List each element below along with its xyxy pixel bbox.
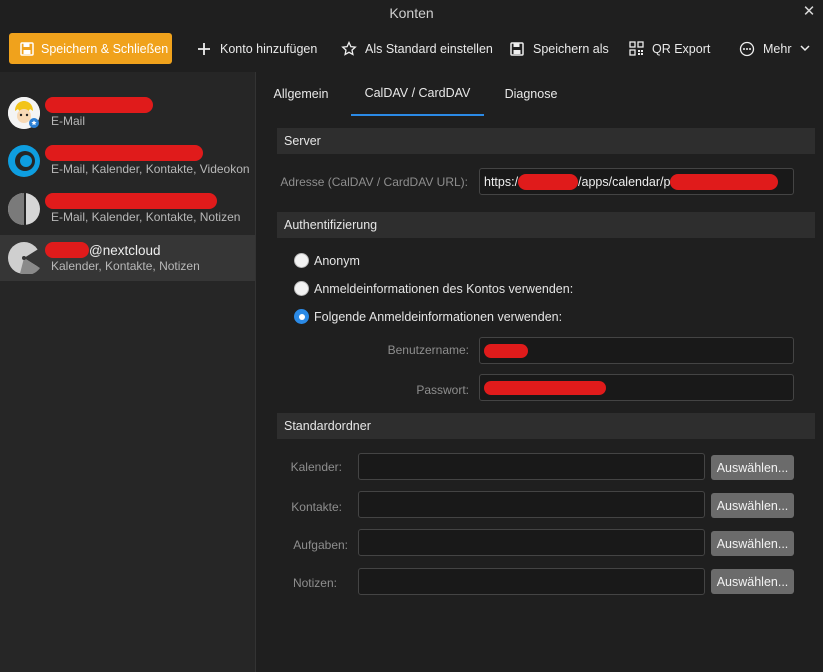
redaction-mark	[45, 97, 153, 113]
save-as-icon	[509, 41, 525, 57]
account-services: Kalender, Kontakte, Notizen	[51, 259, 200, 273]
choose-tasks-button[interactable]: Auswählen...	[711, 531, 794, 556]
section-server-heading: Server	[277, 128, 815, 154]
title-bar: Konten ✕	[0, 0, 823, 26]
avatar	[8, 97, 40, 129]
tab-general[interactable]: Allgemein	[265, 72, 337, 116]
radio-label: Anonym	[314, 253, 360, 268]
section-auth-heading: Authentifizierung	[277, 212, 815, 238]
chevron-down-icon	[800, 45, 811, 52]
redaction-mark	[45, 145, 203, 161]
toolbar: Speichern & Schließen Konto hinzufügen A…	[0, 26, 823, 70]
save-icon	[19, 41, 35, 57]
add-account-button[interactable]: Konto hinzufügen	[196, 33, 317, 64]
tab-bar: Allgemein CalDAV / CardDAV Diagnose	[257, 72, 823, 116]
username-label: Benutzername:	[387, 343, 469, 357]
radio-anonymous[interactable]: Anonym	[294, 253, 360, 268]
save-as-label: Speichern als	[533, 41, 609, 56]
password-field[interactable]	[479, 374, 794, 401]
address-label: Adresse (CalDAV / CardDAV URL):	[280, 175, 468, 189]
save-close-label: Speichern & Schließen	[41, 41, 169, 56]
notes-folder-field[interactable]	[358, 568, 705, 595]
redaction-mark	[670, 173, 779, 190]
account-name: @nextcloud	[45, 241, 161, 259]
choose-calendar-button[interactable]: Auswählen...	[711, 455, 794, 480]
notes-folder-label: Notizen:	[292, 576, 337, 590]
contacts-folder-field[interactable]	[358, 491, 705, 518]
choose-contacts-button[interactable]: Auswählen...	[711, 493, 794, 518]
account-list: E-Mail E-Mail, Kalender, Kontakte, Video…	[0, 72, 256, 672]
account-services: E-Mail	[51, 114, 86, 128]
qr-export-label: QR Export	[652, 41, 711, 56]
section-default-folders-heading: Standardordner	[277, 413, 815, 439]
account-services: E-Mail, Kalender, Kontakte, Videokonfere…	[51, 162, 249, 176]
radio-button[interactable]	[294, 281, 309, 296]
set-default-button[interactable]: Als Standard einstellen	[341, 33, 493, 64]
set-default-label: Als Standard einstellen	[365, 41, 493, 56]
qr-code-icon	[628, 41, 644, 57]
account-item[interactable]: E-Mail	[0, 90, 255, 136]
redaction-mark	[45, 193, 217, 209]
account-item[interactable]: E-Mail, Kalender, Kontakte, Videokonfere…	[0, 138, 255, 184]
window-title: Konten	[389, 5, 434, 21]
account-item[interactable]: E-Mail, Kalender, Kontakte, Notizen	[0, 186, 255, 232]
redaction-mark	[484, 380, 606, 395]
star-icon	[341, 40, 357, 57]
save-close-button[interactable]: Speichern & Schließen	[9, 33, 172, 64]
more-button[interactable]: Mehr	[739, 33, 811, 64]
radio-button[interactable]	[294, 253, 309, 268]
redaction-mark	[45, 242, 89, 258]
choose-notes-button[interactable]: Auswählen...	[711, 569, 794, 594]
more-label: Mehr	[763, 41, 792, 56]
redaction-mark	[518, 173, 579, 190]
username-field[interactable]	[479, 337, 794, 364]
save-as-button[interactable]: Speichern als	[509, 33, 609, 64]
radio-label: Anmeldeinformationen des Kontos verwende…	[314, 281, 574, 296]
radio-button[interactable]	[294, 309, 309, 324]
account-name	[45, 192, 217, 210]
redaction-mark	[484, 343, 528, 358]
account-services: E-Mail, Kalender, Kontakte, Notizen	[51, 210, 241, 224]
plus-icon	[196, 41, 212, 57]
qr-export-button[interactable]: QR Export	[628, 33, 710, 64]
account-name	[45, 144, 203, 162]
server-url-field[interactable]: https:/ /apps/calendar/p	[479, 168, 794, 195]
url-middle: /apps/calendar/p	[578, 174, 671, 189]
contacts-folder-label: Kontakte:	[291, 500, 342, 514]
account-item-selected[interactable]: @nextcloud Kalender, Kontakte, Notizen	[0, 235, 255, 281]
calendar-folder-label: Kalender:	[290, 460, 342, 474]
add-account-label: Konto hinzufügen	[220, 41, 318, 56]
radio-label: Folgende Anmeldeinformationen verwenden:	[314, 309, 563, 324]
close-icon[interactable]: ✕	[800, 1, 818, 23]
avatar	[8, 242, 44, 276]
more-dots-icon	[739, 41, 755, 57]
calendar-folder-field[interactable]	[358, 453, 705, 480]
tab-diagnostics[interactable]: Diagnose	[497, 72, 565, 116]
avatar	[8, 145, 40, 177]
account-name	[45, 96, 153, 114]
radio-account-credentials[interactable]: Anmeldeinformationen des Kontos verwende…	[294, 281, 573, 296]
avatar	[8, 193, 40, 225]
tasks-folder-field[interactable]	[358, 529, 705, 556]
url-prefix: https:/	[484, 174, 519, 189]
caldav-settings-panel: Server Adresse (CalDAV / CardDAV URL): h…	[257, 116, 823, 672]
tasks-folder-label: Aufgaben:	[293, 538, 348, 552]
tab-caldav-carddav[interactable]: CalDAV / CardDAV	[351, 72, 484, 116]
radio-custom-credentials[interactable]: Folgende Anmeldeinformationen verwenden:	[294, 309, 562, 324]
password-label: Passwort:	[416, 383, 469, 397]
